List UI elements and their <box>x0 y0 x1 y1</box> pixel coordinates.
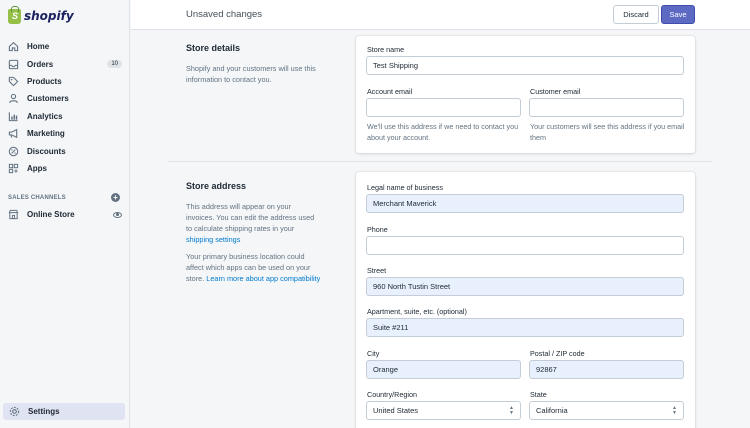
save-button[interactable]: Save <box>661 5 695 24</box>
phone-input[interactable] <box>366 236 684 255</box>
orders-icon <box>7 58 19 70</box>
nav-item-customers[interactable]: Customers <box>0 90 130 107</box>
sidebar: S shopify Home Orders 10 Products Custom… <box>0 0 130 428</box>
nav-label: Customers <box>27 94 69 104</box>
eye-icon[interactable] <box>113 211 122 218</box>
add-channel-icon[interactable]: + <box>111 193 120 202</box>
account-email-help: We'll use this address if we need to con… <box>367 122 519 142</box>
unsaved-changes-text: Unsaved changes <box>186 9 263 20</box>
country-value: United States <box>373 406 419 415</box>
nav-label: Online Store <box>27 210 75 220</box>
store-address-description: This address will appear on your invoice… <box>186 201 321 245</box>
account-email-input[interactable] <box>366 98 521 117</box>
nav-label: Orders <box>27 59 54 69</box>
nav-item-analytics[interactable]: Analytics <box>0 108 130 125</box>
country-select[interactable]: United States ▲ ▼ <box>366 401 521 420</box>
street-input[interactable]: 960 North Tustin Street <box>366 277 684 296</box>
nav-item-apps[interactable]: Apps <box>0 160 130 177</box>
nav-item-online-store[interactable]: Online Store <box>0 206 130 223</box>
nav-label: Analytics <box>27 111 63 121</box>
state-label: State <box>530 390 547 399</box>
discount-icon <box>7 145 19 157</box>
megaphone-icon <box>7 128 19 140</box>
app-compatibility-link[interactable]: Learn more about app compatibility <box>206 274 320 283</box>
section-divider <box>168 161 712 162</box>
country-label: Country/Region <box>367 390 417 399</box>
apartment-input[interactable]: Suite #211 <box>366 318 684 337</box>
nav-item-marketing[interactable]: Marketing <box>0 125 130 142</box>
street-label: Street <box>367 266 387 275</box>
sales-channel-online-store[interactable]: Online Store <box>0 206 130 223</box>
nav-item-products[interactable]: Products <box>0 73 130 90</box>
nav-label: Products <box>27 76 62 86</box>
logo-text: shopify <box>24 9 74 23</box>
sales-channels-label: SALES CHANNELS <box>8 194 66 201</box>
store-name-label: Store name <box>367 45 405 54</box>
customer-email-help: Your customers will see this address if … <box>530 122 685 142</box>
chart-icon <box>7 110 19 122</box>
legal-name-label: Legal name of business <box>367 183 443 192</box>
nav-label: Marketing <box>27 129 65 139</box>
nav-item-settings[interactable]: Settings <box>3 403 125 420</box>
zip-input[interactable]: 92867 <box>529 360 684 379</box>
legal-name-input[interactable]: Merchant Maverick <box>366 194 684 213</box>
select-arrows-icon: ▲ ▼ <box>672 405 677 416</box>
nav-item-orders[interactable]: Orders 10 <box>0 55 130 72</box>
state-value: California <box>536 406 568 415</box>
store-name-input[interactable]: Test Shipping <box>366 56 684 75</box>
account-email-label: Account email <box>367 87 413 96</box>
state-select[interactable]: California ▲ ▼ <box>529 401 684 420</box>
city-label: City <box>367 349 380 358</box>
store-address-title: Store address <box>186 181 247 191</box>
nav-item-discounts[interactable]: Discounts <box>0 142 130 159</box>
store-details-description: Shopify and your customers will use this… <box>186 64 316 84</box>
home-icon <box>7 41 19 53</box>
gear-icon <box>8 406 20 418</box>
store-address-desc-text: This address will appear on your invoice… <box>186 202 315 233</box>
orders-count-badge: 10 <box>107 60 122 69</box>
shopify-bag-icon: S <box>8 5 21 24</box>
nav-item-home[interactable]: Home <box>0 38 130 55</box>
city-input[interactable]: Orange <box>366 360 521 379</box>
phone-label: Phone <box>367 225 388 234</box>
shopify-logo[interactable]: S shopify <box>8 5 74 26</box>
customer-email-label: Customer email <box>530 87 581 96</box>
nav-label: Discounts <box>27 146 66 156</box>
discard-button[interactable]: Discard <box>613 5 659 24</box>
zip-label: Postal / ZIP code <box>530 349 585 358</box>
store-details-title: Store details <box>186 43 241 53</box>
main-nav: Home Orders 10 Products Customers Analyt… <box>0 38 130 177</box>
customer-email-input[interactable] <box>529 98 684 117</box>
nav-label: Home <box>27 42 50 52</box>
nav-label: Apps <box>27 163 47 173</box>
store-address-apps-note: Your primary business location could aff… <box>186 251 321 284</box>
sales-channels-heading: SALES CHANNELS + <box>8 193 120 202</box>
select-arrows-icon: ▲ ▼ <box>509 405 514 416</box>
tag-icon <box>7 75 19 87</box>
store-icon <box>7 209 19 221</box>
person-icon <box>7 93 19 105</box>
apps-icon <box>7 162 19 174</box>
apartment-label: Apartment, suite, etc. (optional) <box>367 307 467 316</box>
shipping-settings-link[interactable]: shipping settings <box>186 235 240 244</box>
contextual-save-bar: Unsaved changes Discard Save <box>131 0 750 30</box>
settings-label: Settings <box>28 407 60 416</box>
